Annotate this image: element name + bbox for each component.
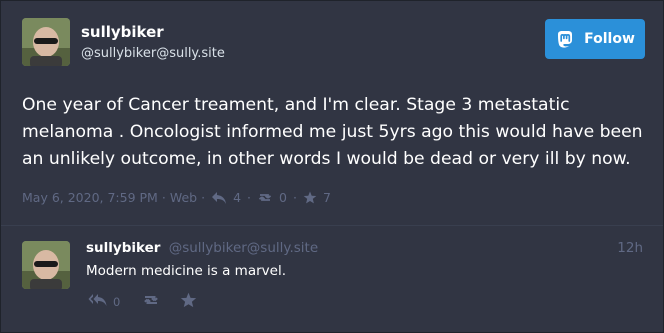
- separator: ·: [292, 190, 297, 205]
- separator: ·: [201, 190, 206, 205]
- status-thread: sullybiker @sullybiker@sully.site Follow…: [0, 0, 664, 333]
- timestamp-link[interactable]: May 6, 2020, 7:59 PM: [22, 190, 158, 205]
- replies-count: 0: [113, 294, 121, 309]
- display-name[interactable]: sullybiker: [86, 240, 160, 256]
- reply-status[interactable]: sullybiker @sullybiker@sully.site 12h Mo…: [1, 226, 663, 332]
- retweet-icon[interactable]: [257, 191, 273, 204]
- follow-label: Follow: [584, 31, 635, 47]
- separator: ·: [161, 190, 166, 205]
- main-status[interactable]: sullybiker @sullybiker@sully.site Follow…: [1, 1, 663, 226]
- avatar[interactable]: [22, 18, 70, 66]
- account-handle[interactable]: @sullybiker@sully.site: [169, 240, 318, 256]
- star-icon: [180, 292, 197, 311]
- reply-all-icon: [88, 293, 108, 310]
- reply-action-bar: 0: [88, 292, 197, 311]
- star-icon[interactable]: [303, 191, 317, 204]
- avatar[interactable]: [22, 241, 70, 289]
- favourites-count: 7: [322, 190, 331, 205]
- reply-icon[interactable]: [211, 191, 227, 205]
- favourite-button[interactable]: [180, 292, 197, 311]
- display-name[interactable]: sullybiker: [81, 23, 164, 41]
- follow-button[interactable]: Follow: [545, 19, 645, 59]
- account-handle[interactable]: @sullybiker@sully.site: [81, 46, 225, 61]
- retweet-icon: [142, 293, 160, 310]
- boost-button[interactable]: [142, 293, 160, 310]
- replies-count: 4: [233, 190, 242, 205]
- status-meta: May 6, 2020, 7:59 PM · Web · 4 · 0 · 7: [22, 190, 333, 205]
- reply-button[interactable]: 0: [88, 293, 120, 310]
- reply-header: sullybiker @sullybiker@sully.site: [86, 240, 318, 256]
- separator: ·: [247, 190, 252, 205]
- reblogs-count: 0: [279, 190, 287, 205]
- relative-time[interactable]: 12h: [617, 240, 643, 256]
- status-content: One year of Cancer treament, and I'm cle…: [22, 95, 643, 169]
- reply-content: Modern medicine is a marvel.: [86, 263, 286, 279]
- mastodon-logo-icon: [555, 29, 575, 49]
- application-name: Web: [169, 190, 198, 205]
